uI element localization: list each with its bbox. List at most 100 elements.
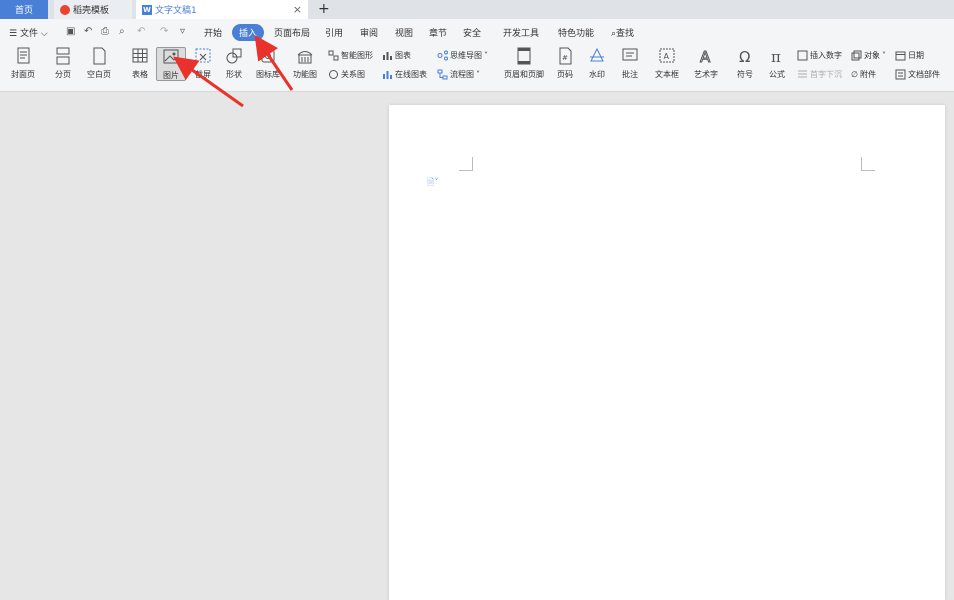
print-icon[interactable]: ⎙ bbox=[101, 26, 109, 37]
insert-number-button[interactable]: 插入数字 bbox=[797, 50, 842, 61]
date-button[interactable]: 日期 bbox=[895, 50, 924, 61]
textbox-icon: A bbox=[659, 48, 675, 63]
cover-page-button[interactable]: 封面页 bbox=[6, 47, 40, 80]
undo-icon[interactable]: ↶ bbox=[137, 26, 145, 37]
chart-button[interactable]: 图表 bbox=[382, 50, 411, 61]
wordart-button[interactable]: A 艺术字 bbox=[690, 47, 722, 80]
picture-icon bbox=[163, 49, 179, 64]
blank-page-icon bbox=[93, 47, 106, 65]
undo-history-icon[interactable]: ↶ bbox=[84, 26, 92, 37]
comment-button[interactable]: 批注 bbox=[619, 47, 641, 80]
search-button[interactable]: ⌕查找 bbox=[611, 26, 634, 39]
formula-button[interactable]: π 公式 bbox=[765, 47, 789, 80]
blank-page-button[interactable]: 空白页 bbox=[82, 47, 116, 80]
menu-bar: ☰ 文件 ⌵ ▣ ↶ ⎙ ⌕ ↶ ↷ ▿ 开始 插入 页面布局 引用 审阅 视图… bbox=[0, 19, 954, 45]
tab-document[interactable]: W 文字文稿1 × bbox=[136, 0, 308, 19]
drop-cap-icon bbox=[798, 70, 807, 78]
picture-label: 图片 bbox=[163, 71, 179, 80]
tab-template-label: 稻壳模板 bbox=[73, 6, 110, 16]
attachment-label: 附件 bbox=[859, 70, 876, 79]
online-chart-label: 在线图表 bbox=[395, 70, 427, 79]
blank-page-label: 空白页 bbox=[87, 70, 111, 79]
menu-references[interactable]: 引用 bbox=[325, 26, 343, 39]
tab-home-label: 首页 bbox=[14, 6, 33, 16]
watermark-icon bbox=[590, 47, 604, 62]
menu-page-layout[interactable]: 页面布局 bbox=[274, 26, 310, 39]
mind-map-button[interactable]: 思维导图 ˅ bbox=[437, 50, 488, 61]
screenshot-button[interactable]: 截屏 bbox=[190, 47, 216, 80]
object-button[interactable]: 对象 ˅ bbox=[851, 50, 886, 61]
close-tab-icon[interactable]: × bbox=[293, 3, 302, 16]
symbol-button[interactable]: Ω 符号 bbox=[733, 47, 757, 80]
screenshot-label: 截屏 bbox=[195, 70, 211, 79]
tab-document-label: 文字文稿1 bbox=[155, 6, 197, 16]
search-label: 查找 bbox=[616, 29, 635, 39]
icon-library-button[interactable]: 图标库 bbox=[253, 47, 283, 80]
smart-art-icon bbox=[328, 50, 339, 61]
redo-icon[interactable]: ↷ bbox=[160, 26, 168, 37]
page-number-label: 页码 bbox=[557, 70, 573, 79]
doc-parts-icon bbox=[895, 69, 906, 80]
customize-toolbar-icon[interactable]: ▿ bbox=[180, 26, 185, 37]
svg-text:#: # bbox=[562, 54, 568, 62]
add-tab-button[interactable]: + bbox=[318, 1, 330, 17]
margin-corner-right bbox=[861, 157, 875, 171]
formula-label: 公式 bbox=[769, 70, 785, 79]
svg-text:A: A bbox=[664, 52, 670, 61]
symbol-icon: Ω bbox=[739, 48, 750, 65]
tab-home[interactable]: 首页 bbox=[0, 0, 48, 19]
svg-text:Ω: Ω bbox=[739, 48, 750, 65]
doc-parts-button[interactable]: 文档部件 bbox=[895, 69, 940, 80]
insert-number-label: 插入数字 bbox=[810, 51, 842, 60]
save-icon[interactable]: ▣ bbox=[66, 26, 75, 37]
textbox-button[interactable]: A 文本框 bbox=[651, 47, 683, 80]
icon-library-label: 图标库 bbox=[256, 70, 280, 79]
menu-section[interactable]: 章节 bbox=[429, 26, 447, 39]
mind-map-icon bbox=[437, 50, 448, 61]
menu-security[interactable]: 安全 bbox=[463, 26, 481, 39]
mind-map-label: 思维导图 bbox=[450, 51, 482, 60]
header-footer-label: 页眉和页脚 bbox=[504, 70, 544, 79]
watermark-button[interactable]: 水印 bbox=[585, 47, 609, 80]
flowchart-button[interactable]: 流程图 ˅ bbox=[437, 69, 480, 80]
tab-template[interactable]: 稻壳模板 bbox=[54, 0, 132, 19]
date-label: 日期 bbox=[908, 51, 924, 60]
menu-insert[interactable]: 插入 bbox=[232, 24, 265, 41]
menu-review[interactable]: 审阅 bbox=[360, 26, 378, 39]
online-chart-button[interactable]: 在线图表 bbox=[382, 69, 427, 80]
table-button[interactable]: 表格 bbox=[127, 47, 153, 80]
calendar-icon bbox=[895, 51, 906, 61]
shape-button[interactable]: 形状 bbox=[221, 47, 247, 80]
paperclip-icon: ∅ bbox=[851, 70, 858, 79]
dropdown-icon: ˅ bbox=[476, 70, 480, 79]
page-number-button[interactable]: # 页码 bbox=[553, 47, 577, 80]
page-break-button[interactable]: 分页 bbox=[50, 47, 76, 80]
menu-developer[interactable]: 开发工具 bbox=[503, 26, 539, 39]
menu-special[interactable]: 特色功能 bbox=[558, 26, 594, 39]
table-icon bbox=[132, 48, 148, 63]
menu-start[interactable]: 开始 bbox=[204, 26, 222, 39]
comment-icon bbox=[622, 48, 638, 61]
menu-view[interactable]: 视图 bbox=[395, 26, 413, 39]
document-page[interactable]: 🗎˅ bbox=[389, 105, 945, 600]
relation-chart-button[interactable]: 关系图 bbox=[328, 69, 365, 80]
comment-label: 批注 bbox=[622, 70, 638, 79]
attachment-button[interactable]: ∅ 附件 bbox=[851, 69, 876, 80]
smart-art-button[interactable]: 智能图形 bbox=[328, 50, 373, 61]
file-menu-label: 文件 bbox=[19, 29, 38, 39]
drop-cap-label: 首字下沉 bbox=[810, 70, 842, 79]
drop-cap-button[interactable]: 首字下沉 bbox=[797, 69, 842, 80]
online-chart-icon bbox=[383, 71, 392, 79]
dropdown-icon: ˅ bbox=[484, 51, 488, 60]
daoke-logo-icon bbox=[60, 4, 70, 15]
function-chart-button[interactable]: 功能图 bbox=[288, 47, 322, 80]
tab-bar: 首页 稻壳模板 W 文字文稿1 × + bbox=[0, 0, 954, 19]
insert-number-icon bbox=[797, 50, 808, 61]
picture-button[interactable]: 图片 bbox=[156, 47, 186, 81]
header-footer-button[interactable]: 页眉和页脚 bbox=[502, 47, 546, 80]
svg-text:π: π bbox=[771, 48, 781, 65]
print-preview-icon[interactable]: ⌕ bbox=[119, 26, 125, 37]
chart-icon bbox=[383, 52, 392, 60]
file-menu[interactable]: ☰ 文件 ⌵ bbox=[9, 26, 48, 39]
paragraph-options-icon[interactable]: 🗎˅ bbox=[427, 175, 439, 191]
